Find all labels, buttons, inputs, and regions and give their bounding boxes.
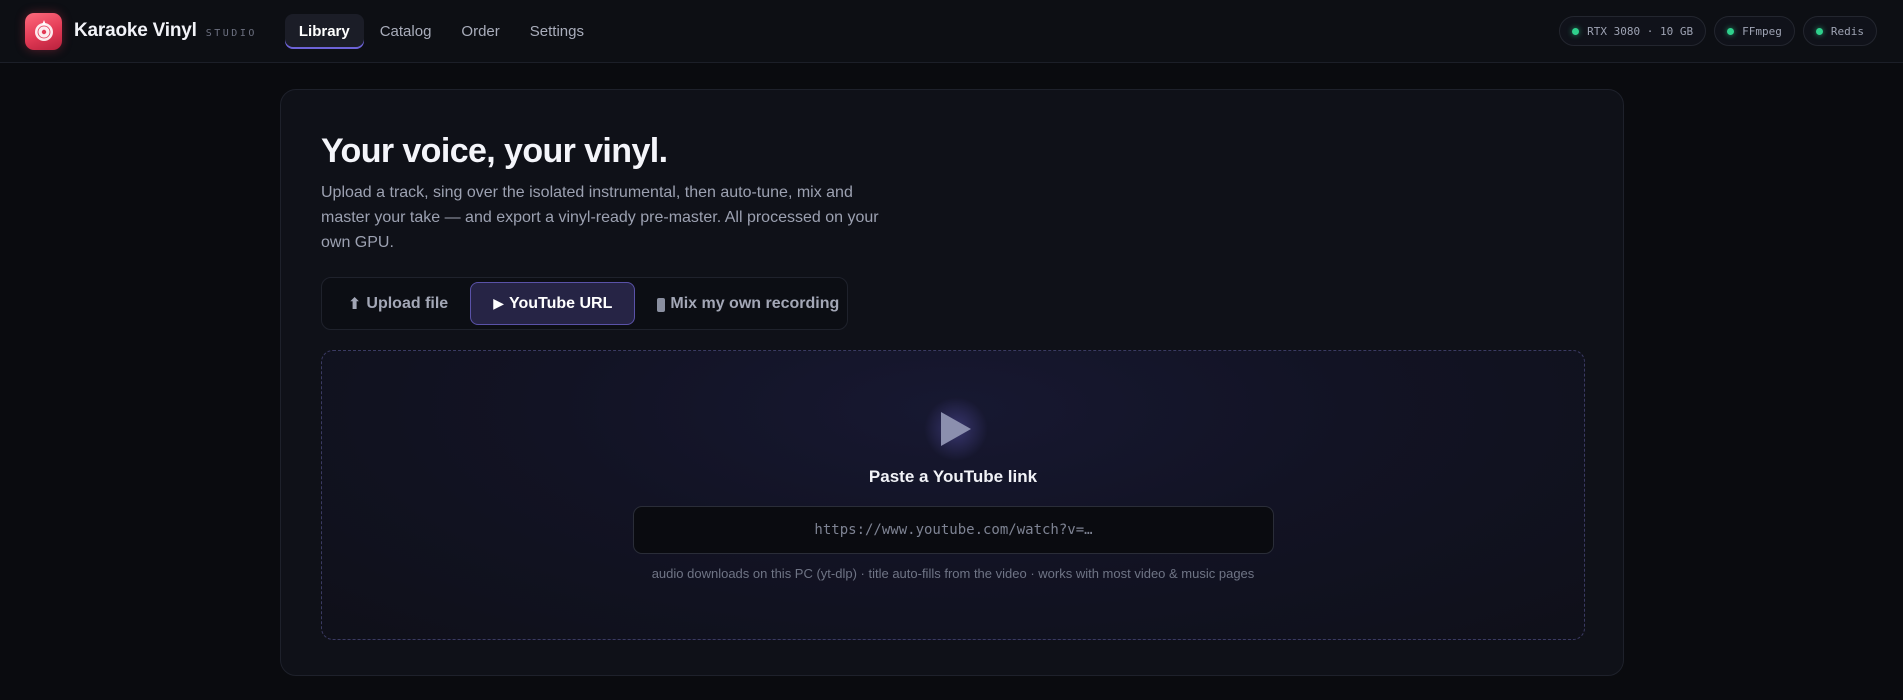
tab-label: Upload file: [366, 294, 449, 312]
status-ok-dot-icon: [1815, 27, 1823, 35]
play-triangle-icon: [924, 397, 988, 461]
status-pill-ffmpeg: FFmpeg: [1714, 16, 1795, 46]
upload-arrow-icon: ⬆: [348, 295, 362, 313]
youtube-link-panel: Paste a YouTube link audio downloads on …: [321, 350, 1585, 640]
nav-item-catalog[interactable]: Catalog: [366, 14, 446, 49]
main-nav: Library Catalog Order Settings: [284, 13, 600, 49]
status-label: Redis: [1830, 24, 1864, 38]
page-title: Your voice, your vinyl.: [321, 132, 668, 170]
tab-mix-own-recording[interactable]: Mix my own recording: [635, 282, 861, 325]
play-icon: ▶: [493, 295, 504, 311]
tab-label: YouTube URL: [508, 294, 613, 312]
app-subtitle: STUDIO: [205, 27, 257, 39]
status-ok-dot-icon: [1572, 27, 1580, 35]
status-label: RTX 3080 · 10 GB: [1587, 24, 1694, 38]
status-label: FFmpeg: [1742, 24, 1782, 38]
status-pill-redis: Redis: [1802, 16, 1877, 46]
phone-icon: [657, 297, 666, 312]
nav-item-library[interactable]: Library: [284, 13, 364, 49]
source-tabs: ⬆ Upload file ▶ YouTube URL Mix my own r…: [321, 277, 848, 330]
youtube-url-input[interactable]: [633, 506, 1274, 554]
top-bar: Karaoke Vinyl STUDIO Library Catalog Ord…: [0, 0, 1903, 63]
status-ok-dot-icon: [1727, 27, 1735, 35]
tab-youtube-url[interactable]: ▶ YouTube URL: [470, 282, 636, 325]
status-pill-gpu: RTX 3080 · 10 GB: [1559, 16, 1707, 46]
tab-label: Mix my own recording: [670, 294, 840, 312]
app-name: Karaoke Vinyl: [74, 20, 197, 41]
brand[interactable]: Karaoke Vinyl STUDIO: [25, 12, 257, 50]
nav-item-settings[interactable]: Settings: [516, 14, 598, 49]
tab-upload-file[interactable]: ⬆ Upload file: [326, 282, 470, 325]
youtube-panel-title: Paste a YouTube link: [868, 467, 1038, 486]
youtube-panel-hint: audio downloads on this PC (yt-dlp) · ti…: [651, 566, 1255, 581]
vinyl-record-logo-icon: [25, 12, 62, 50]
page-description: Upload a track, sing over the isolated i…: [321, 184, 879, 251]
hero-card: Your voice, your vinyl. Upload a track, …: [280, 89, 1624, 676]
system-status: RTX 3080 · 10 GB FFmpeg Redis: [1551, 16, 1877, 46]
nav-item-order[interactable]: Order: [447, 14, 513, 49]
